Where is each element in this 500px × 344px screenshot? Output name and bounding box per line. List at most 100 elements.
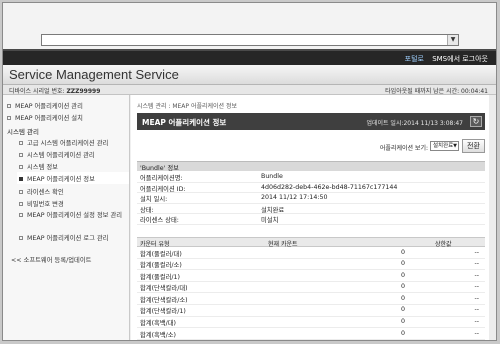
sidebar-item-label: 시스템 어플리케이션 관리 [27, 152, 95, 159]
section-header: 'Bundle' 정보 [137, 161, 485, 172]
info-key: 어플리케이션 ID: [140, 185, 186, 193]
counter-type: 합계(단색칼라/대) [140, 285, 188, 293]
table-row: 합계(단색칼라/1) 0 -- [137, 305, 485, 317]
sidebar-item-label: MEAP 어플리케이션 로그 관리 [27, 235, 109, 242]
sidebar-item-meap-app-install[interactable]: MEAP 어플리케이션 설치 [7, 113, 83, 122]
section-title: 'Bundle' 정보 [140, 165, 179, 172]
address-dropdown[interactable]: ▼ [41, 34, 459, 46]
bullet-icon [19, 141, 23, 145]
sidebar-item-label: MEAP 어플리케이션 설정 정보 관리 [27, 212, 123, 219]
counter-current: 0 [400, 260, 405, 268]
sidebar-item-label: 비밀번호 변경 [27, 201, 64, 208]
table-row: 합계(풀컬러/대) 0 -- [137, 247, 485, 259]
table-row: 합계(흑백/대) 0 -- [137, 317, 485, 329]
app-info-table: 어플리케이션명: Bundle 어플리케이션 ID: 4d06d282-deb4… [137, 172, 485, 225]
counter-type: 합계(흑백/소) [140, 331, 177, 339]
info-row: 어플리케이션명: Bundle [137, 172, 485, 183]
back-to-software-link[interactable]: << 소프트웨어 등록/업데이트 [11, 255, 91, 264]
page-title: MEAP 어플리케이션 정보 [142, 118, 227, 127]
sidebar-item-change-password[interactable]: 비밀번호 변경 [19, 199, 64, 208]
info-key: 상태: [140, 206, 154, 214]
view-select-value: 설치완료 [433, 143, 454, 149]
counter-current: 0 [400, 283, 405, 291]
sidebar-item-label: MEAP 어플리케이션 설치 [15, 115, 83, 122]
counter-current: 0 [400, 271, 405, 279]
switch-button[interactable]: 전환 [462, 139, 485, 153]
counter-limit: -- [474, 306, 479, 314]
sidebar-item-label: MEAP 어플리케이션 관리 [15, 103, 83, 110]
counter-type: 합계(풀컬러/소) [140, 262, 182, 270]
app-title: Service Management Service [9, 67, 179, 82]
counter-limit: -- [474, 271, 479, 279]
counter-limit: -- [474, 283, 479, 291]
counter-current: 0 [400, 318, 405, 326]
sidebar-item-label: 시스템 정보 [27, 164, 58, 171]
sidebar-item-meap-app-manage[interactable]: MEAP 어플리케이션 관리 [7, 101, 83, 110]
bullet-icon [19, 202, 23, 206]
sidebar-item-advanced-system-app[interactable]: 고급 시스템 어플리케이션 관리 [19, 138, 108, 147]
view-label: 어플리케이션 보기: [379, 145, 428, 152]
info-key: 라이센스 상태: [140, 217, 179, 224]
browser-window: ▼ 포털로 SMS에서 로그아웃 Service Management Serv… [2, 2, 497, 341]
chevron-down-icon: ▼ [453, 143, 457, 149]
info-row: 라이센스 상태: 미설치 [137, 214, 485, 225]
counter-current: 0 [400, 329, 405, 337]
table-row: 합계(흑백/소) 0 -- [137, 328, 485, 340]
counter-current: 0 [400, 294, 405, 302]
info-row: 설치 일시: 2014 11/12 17:14:50 [137, 193, 485, 204]
panel-header: MEAP 어플리케이션 정보 업데이트 일시:2014 11/13 3:08:4… [137, 113, 485, 130]
info-key: 설치 일시: [140, 196, 168, 203]
info-value: 설치완료 [261, 206, 285, 214]
logout-link[interactable]: SMS에서 로그아웃 [432, 55, 488, 63]
info-value: Bundle [261, 173, 283, 180]
bullet-icon [19, 190, 23, 194]
counter-limit: -- [474, 294, 479, 302]
info-row: 어플리케이션 ID: 4d06d282-deb4-462e-bd48-71167… [137, 183, 485, 193]
main-content: 시스템 관리 : MEAP 어플리케이션 정보 MEAP 어플리케이션 정보 업… [131, 95, 496, 340]
vertical-scrollbar[interactable] [489, 95, 496, 340]
counter-type: 합계(단색칼라/1) [140, 308, 186, 316]
bullet-icon [7, 104, 11, 108]
sidebar-item-system-info[interactable]: 시스템 정보 [19, 162, 58, 171]
device-serial-value: ZZZ99999 [66, 88, 101, 95]
bullet-icon [19, 177, 23, 181]
counter-limit: -- [474, 248, 479, 256]
counter-current: 0 [400, 306, 405, 314]
bullet-icon [19, 236, 23, 240]
table-row: 합계(단색칼라/대) 0 -- [137, 282, 485, 294]
view-select[interactable]: 설치완료 ▼ [430, 141, 459, 151]
breadcrumb: 시스템 관리 : MEAP 어플리케이션 정보 [137, 103, 238, 110]
view-selector-row: 어플리케이션 보기: 설치완료 ▼ 전환 [137, 139, 485, 153]
top-nav-bar: 포털로 SMS에서 로그아웃 [3, 49, 496, 65]
sidebar-item-meap-log[interactable]: MEAP 어플리케이션 로그 관리 [19, 233, 108, 242]
sidebar-item-license-check[interactable]: 라이센스 확인 [19, 187, 64, 196]
info-row: 상태: 설치완료 [137, 204, 485, 214]
sidebar-item-meap-app-info[interactable]: MEAP 어플리케이션 정보 [17, 172, 129, 184]
info-value: 2014 11/12 17:14:50 [261, 194, 328, 201]
counter-limit: -- [474, 318, 479, 326]
counter-type: 합계(단색칼라/소) [140, 296, 188, 304]
table-row: 합계(단색칼라/소) 0 -- [137, 293, 485, 305]
counter-limit: -- [474, 260, 479, 268]
bullet-icon [19, 153, 23, 157]
app-header: Service Management Service [3, 65, 496, 85]
bullet-icon [19, 213, 23, 217]
portal-link[interactable]: 포털로 [405, 55, 424, 63]
browser-chrome: ▼ [3, 3, 496, 49]
refresh-icon[interactable]: ↻ [470, 116, 482, 127]
sidebar-item-meap-settings[interactable]: MEAP 어플리케이션 설정 정보 관리 [19, 211, 125, 220]
bullet-icon [7, 116, 11, 120]
info-value: 미설치 [261, 217, 279, 224]
info-key: 어플리케이션명: [140, 175, 183, 182]
counter-table: 카운터 유형 현재 카운트 상한값 합계(풀컬러/대) 0 -- 합계(풀컬러/… [137, 237, 485, 340]
table-row: 합계(풀컬러/소) 0 -- [137, 259, 485, 271]
updated-timestamp: 업데이트 일시:2014 11/13 3:08:47 [366, 120, 463, 127]
sidebar: MEAP 어플리케이션 관리 MEAP 어플리케이션 설치 시스템 관리 고급 … [3, 95, 130, 340]
device-serial-label: 디바이스 시리얼 번호: [9, 88, 65, 95]
bullet-icon [19, 165, 23, 169]
counter-type: 합계(풀컬러/1) [140, 273, 181, 281]
chevron-down-icon[interactable]: ▼ [447, 35, 458, 45]
sidebar-item-system-app[interactable]: 시스템 어플리케이션 관리 [19, 150, 95, 159]
counter-type: 합계(풀컬러/대) [140, 250, 182, 258]
counter-type: 합계(흑백/대) [140, 320, 177, 328]
